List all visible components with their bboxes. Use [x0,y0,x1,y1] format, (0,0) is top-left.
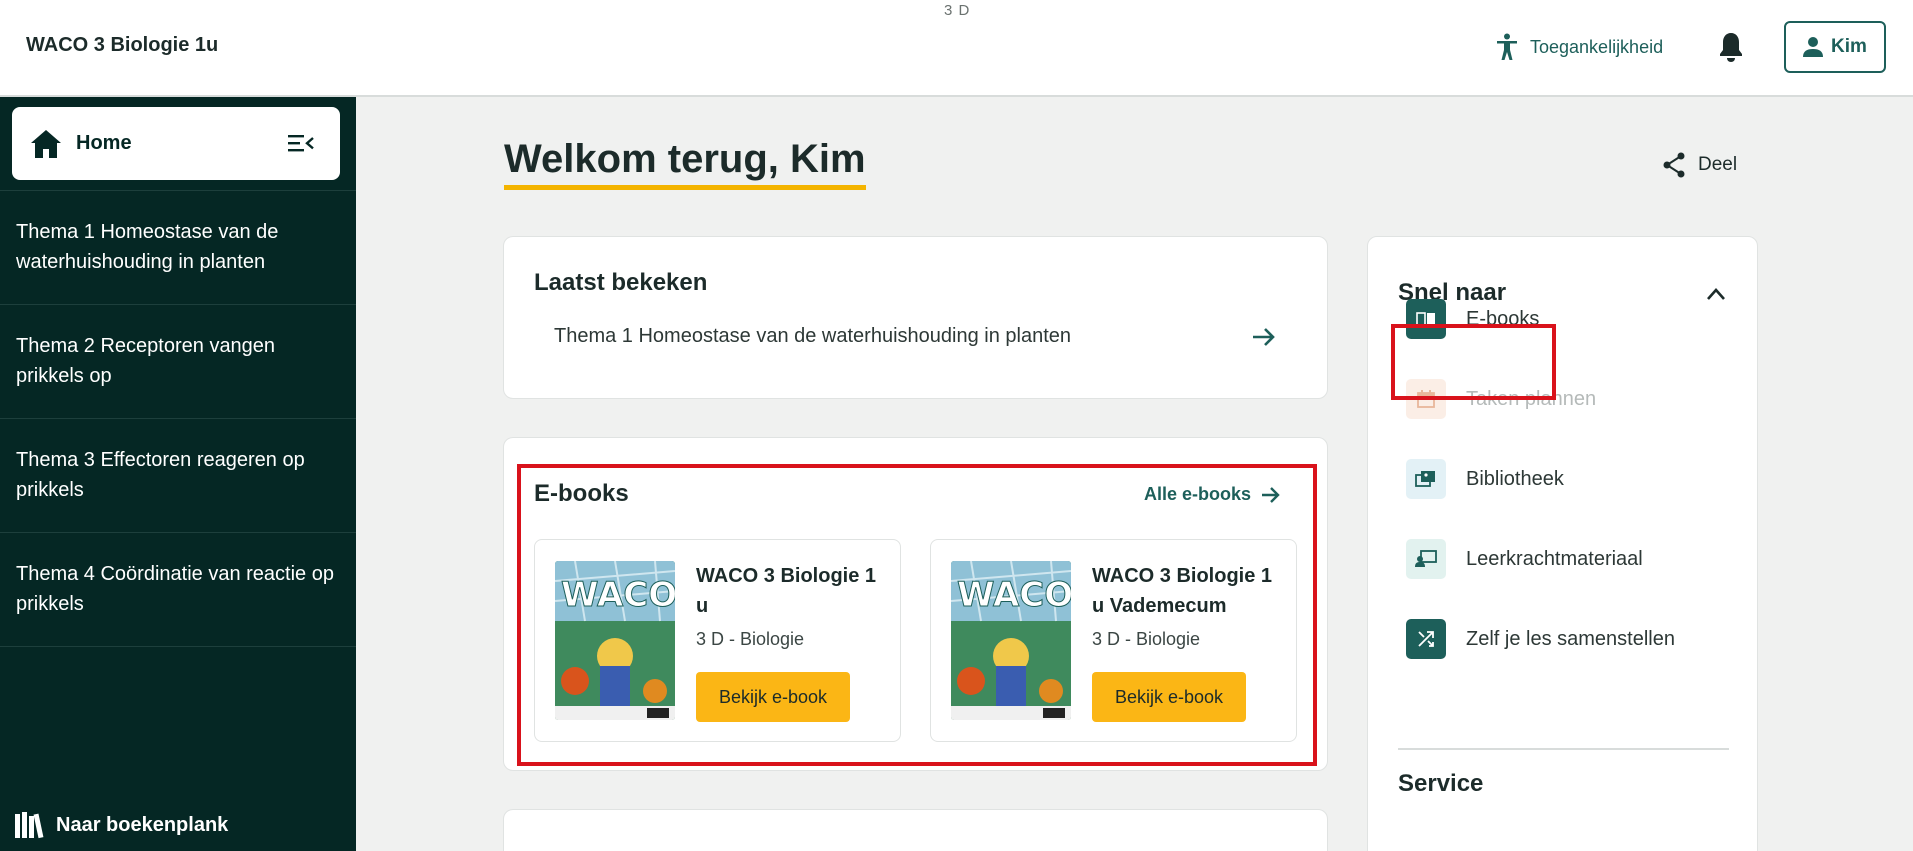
quick-link-label: Bibliotheek [1466,467,1564,490]
quick-link-label: Leerkrachtmateriaal [1466,547,1643,570]
quick-link-leerkrachtmateriaal[interactable]: Leerkrachtmateriaal [1406,539,1643,579]
quick-ebooks-highlight-box [1391,324,1556,400]
recent-item-link[interactable]: Thema 1 Homeostase van de waterhuishoudi… [554,325,1071,348]
collapse-menu-icon[interactable] [288,133,314,153]
bell-icon [1720,33,1742,62]
sidebar-item-home[interactable]: Home [12,107,340,180]
sidebar: Home Thema 1 Homeostase van de waterhuis… [0,97,356,851]
share-icon [1663,152,1685,178]
share-button[interactable]: Deel [1662,152,1737,178]
bookshelf-link[interactable]: Naar boekenplank [14,811,228,839]
theme-nav-list: Thema 1 Homeostase van de waterhuishoudi… [0,190,356,647]
quick-link-bibliotheek[interactable]: Bibliotheek [1406,459,1564,499]
bookshelf-label: Naar boekenplank [56,813,229,836]
sidebar-item-thema-3[interactable]: Thema 3 Effectoren reageren op prikkels [0,419,356,533]
share-label: Deel [1698,154,1738,175]
quick-link-label: Zelf je les samenstellen [1466,627,1675,650]
teacher-icon [1406,539,1446,579]
home-label: Home [76,132,132,154]
user-icon [1803,37,1824,57]
ebooks-highlight-box [517,464,1317,766]
sidebar-item-thema-4[interactable]: Thema 4 Coördinatie van reactie op prikk… [0,533,356,647]
bookshelf-icon [15,812,44,839]
home-icon [31,129,61,158]
user-menu-button[interactable]: Kim [1784,21,1886,73]
arrow-right-icon[interactable] [1251,325,1277,349]
top-header: WACO 3 Biologie 1u 3 D Toegankelijkheid … [0,0,1913,97]
page-title: Welkom terug, Kim [504,137,866,190]
quick-link-les-samenstellen[interactable]: Zelf je les samenstellen [1406,619,1675,659]
shuffle-icon [1406,619,1446,659]
recent-title: Laatst bekeken [534,269,708,296]
sidebar-item-thema-1[interactable]: Thema 1 Homeostase van de waterhuishoudi… [0,191,356,305]
next-card [503,809,1328,851]
app-title: WACO 3 Biologie 1u [26,34,219,56]
chevron-up-icon[interactable] [1706,287,1726,301]
accessibility-button[interactable]: Toegankelijkheid [1496,33,1663,61]
accessibility-label: Toegankelijkheid [1530,36,1664,57]
notifications-button[interactable] [1718,31,1748,65]
divider [1398,748,1729,750]
service-title: Service [1398,770,1484,797]
user-name: Kim [1831,36,1867,57]
recent-card: Laatst bekeken Thema 1 Homeostase van de… [503,236,1328,399]
sidebar-item-thema-2[interactable]: Thema 2 Receptoren vangen prikkels op [0,305,356,419]
library-icon [1406,459,1446,499]
class-label: 3 D [944,2,971,19]
accessibility-icon [1497,33,1517,60]
